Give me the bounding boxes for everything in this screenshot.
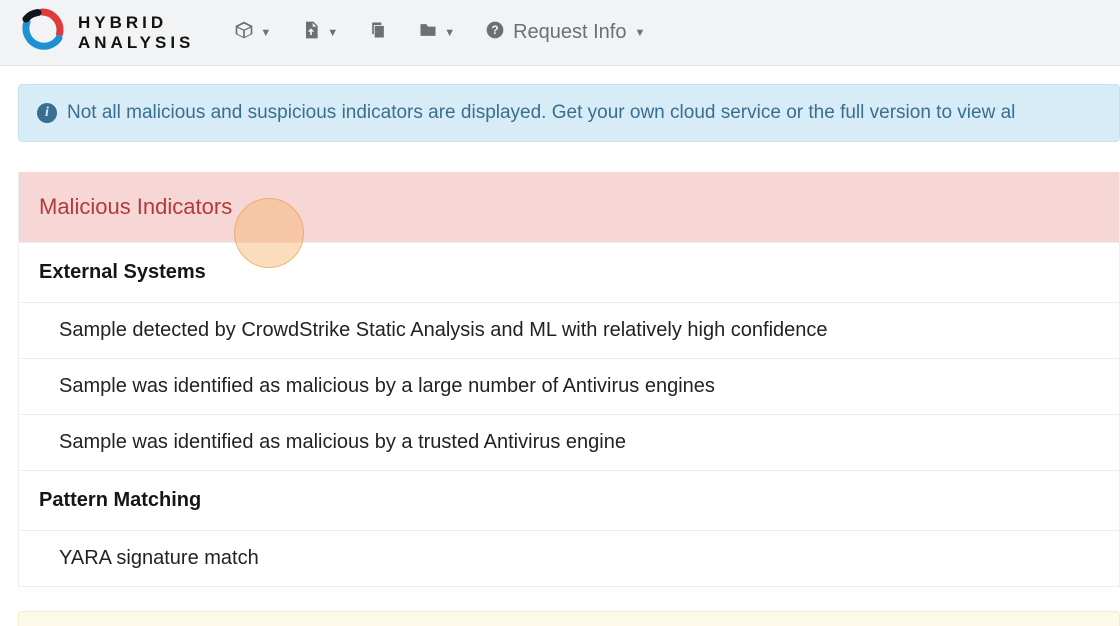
svg-text:?: ? bbox=[492, 24, 499, 37]
brand[interactable]: HYBRID ANALYSIS bbox=[20, 8, 194, 57]
banner-suffix: to view al bbox=[931, 102, 1015, 123]
nav-box-dropdown[interactable]: ▼ bbox=[234, 20, 271, 46]
caret-down-icon: ▼ bbox=[635, 27, 646, 39]
category-header[interactable]: External Systems bbox=[19, 242, 1119, 302]
info-circle-icon: i bbox=[37, 103, 57, 123]
page-content: i Not all malicious and suspicious indic… bbox=[0, 66, 1120, 626]
indicator-item[interactable]: YARA signature match bbox=[19, 530, 1119, 586]
malicious-indicators-header[interactable]: Malicious Indicators bbox=[19, 172, 1119, 242]
indicator-item[interactable]: Sample detected by CrowdStrike Static An… bbox=[19, 302, 1119, 358]
brand-text: HYBRID ANALYSIS bbox=[78, 13, 194, 52]
brand-line2: ANALYSIS bbox=[78, 33, 194, 53]
brand-line1: HYBRID bbox=[78, 13, 194, 33]
banner-prefix: Not all malicious and suspicious indicat… bbox=[67, 102, 670, 123]
nav-copy-button[interactable] bbox=[368, 20, 388, 46]
nav-folder-dropdown[interactable]: ▼ bbox=[418, 20, 455, 46]
caret-down-icon: ▼ bbox=[327, 27, 338, 39]
nav-actions: ▼ ▼ ▼ ? Request Info ▼ bbox=[234, 20, 645, 46]
request-info-label: Request Info bbox=[513, 21, 626, 44]
brand-logo-icon bbox=[20, 8, 64, 57]
indicator-item[interactable]: Sample was identified as malicious by a … bbox=[19, 358, 1119, 414]
full-version-link[interactable]: full version bbox=[840, 102, 931, 123]
file-upload-icon bbox=[301, 20, 321, 46]
caret-down-icon: ▼ bbox=[260, 27, 271, 39]
question-circle-icon: ? bbox=[485, 20, 505, 46]
banner-text: Not all malicious and suspicious indicat… bbox=[67, 102, 1015, 124]
category-header[interactable]: Pattern Matching bbox=[19, 470, 1119, 530]
box-icon bbox=[234, 20, 254, 46]
nav-upload-dropdown[interactable]: ▼ bbox=[301, 20, 338, 46]
banner-mid: or the bbox=[781, 102, 840, 123]
cloud-service-link[interactable]: cloud service bbox=[670, 102, 781, 123]
caret-down-icon: ▼ bbox=[444, 27, 455, 39]
malicious-indicators-panel: Malicious Indicators External Systems Sa… bbox=[18, 172, 1120, 587]
request-info-dropdown[interactable]: ? Request Info ▼ bbox=[485, 20, 645, 46]
copy-icon bbox=[368, 20, 388, 46]
suspicious-indicators-panel-top bbox=[18, 611, 1120, 626]
info-banner: i Not all malicious and suspicious indic… bbox=[18, 84, 1120, 142]
folder-icon bbox=[418, 20, 438, 46]
top-nav: HYBRID ANALYSIS ▼ ▼ ▼ bbox=[0, 0, 1120, 66]
indicator-item[interactable]: Sample was identified as malicious by a … bbox=[19, 414, 1119, 470]
